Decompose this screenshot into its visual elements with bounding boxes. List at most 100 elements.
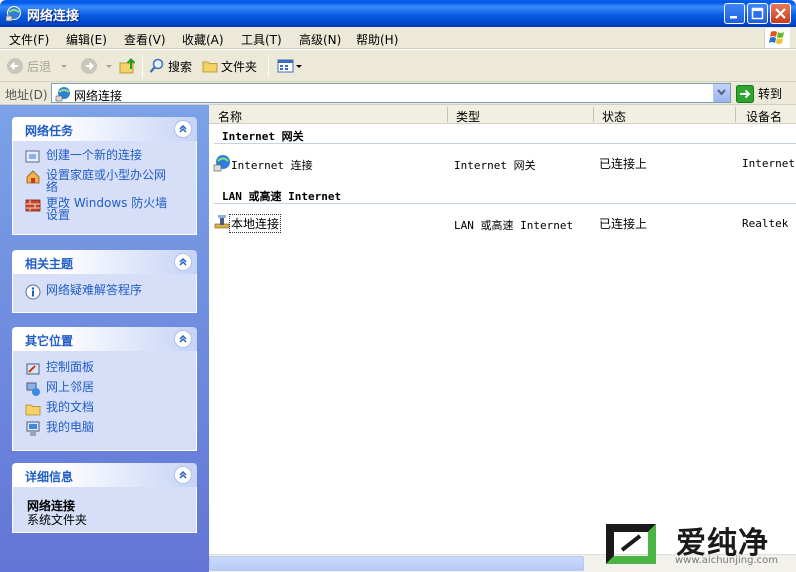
double-chevron-up-icon	[179, 334, 187, 343]
chevron-down-icon	[61, 65, 68, 68]
task-create-connection[interactable]: 创建一个新的连接	[25, 149, 176, 165]
home-network-icon	[26, 170, 40, 184]
menu-view[interactable]: 查看(V)	[124, 31, 166, 48]
minimize-button[interactable]	[724, 3, 745, 24]
place-my-computer[interactable]: 我的电脑	[25, 421, 176, 437]
chevron-down-icon	[717, 89, 726, 96]
double-chevron-up-icon	[179, 124, 187, 133]
address-dropdown-button[interactable]	[713, 84, 730, 102]
related-topics-header[interactable]: 相关主题	[12, 250, 197, 274]
column-device[interactable]: 设备名	[746, 108, 782, 125]
folder-icon	[202, 61, 218, 73]
search-button[interactable]: 搜索	[149, 56, 192, 76]
task-pane: 网络任务 创建一个新的连接 设置家庭或小型办公网络 更改 Windows 防火墙…	[0, 105, 209, 572]
column-type[interactable]: 类型	[456, 108, 480, 125]
details-type: 系统文件夹	[27, 513, 88, 527]
chevron-down-icon	[296, 65, 302, 68]
views-button[interactable]	[277, 56, 303, 76]
collapse-button[interactable]	[174, 466, 192, 484]
task-home-network[interactable]: 设置家庭或小型办公网络	[25, 169, 176, 193]
place-my-documents[interactable]: 我的文档	[25, 401, 176, 417]
task-firewall-settings[interactable]: 更改 Windows 防火墙设置	[25, 197, 176, 221]
back-label: 后退	[27, 59, 52, 74]
go-arrow-icon	[736, 84, 754, 103]
info-icon	[25, 284, 41, 300]
connections-list: 名称 类型 状态 设备名 Internet 网关 Internet 连接 Int…	[209, 105, 796, 572]
other-places-panel: 其它位置 控制面板 网上邻居 我的文档 我的电脑	[12, 327, 197, 451]
double-chevron-up-icon	[179, 257, 187, 266]
search-label: 搜索	[168, 59, 193, 74]
maximize-button[interactable]	[747, 3, 768, 24]
connection-name: 本地连接	[229, 214, 282, 233]
go-button[interactable]: 转到	[736, 84, 782, 103]
back-arrow-icon	[7, 58, 23, 74]
title-bar[interactable]: 网络连接	[0, 0, 796, 27]
network-tasks-header[interactable]: 网络任务	[12, 117, 197, 141]
folders-label: 文件夹	[221, 59, 258, 74]
forward-button[interactable]	[80, 56, 114, 76]
internet-connection-icon	[213, 155, 230, 172]
place-control-panel[interactable]: 控制面板	[25, 361, 176, 377]
folder-icon	[25, 404, 41, 416]
maximize-icon	[751, 7, 764, 20]
network-connections-icon	[55, 87, 70, 102]
connection-status: 已连接上	[599, 157, 648, 171]
menu-help[interactable]: 帮助(H)	[356, 31, 398, 48]
forward-arrow-icon	[81, 58, 97, 74]
column-name[interactable]: 名称	[218, 108, 242, 125]
column-status[interactable]: 状态	[602, 108, 626, 125]
details-header[interactable]: 详细信息	[12, 463, 197, 487]
up-folder-button[interactable]	[119, 56, 137, 76]
task-network-troubleshooter[interactable]: 网络疑难解答程序	[25, 284, 176, 300]
views-icon	[277, 59, 294, 73]
menu-edit[interactable]: 编辑(E)	[66, 31, 107, 48]
network-places-icon	[26, 382, 40, 396]
collapse-button[interactable]	[174, 330, 192, 348]
collapse-button[interactable]	[174, 120, 192, 138]
close-icon	[775, 8, 786, 19]
panel-title: 网络任务	[25, 124, 74, 138]
address-bar: 地址(D) 网络连接 转到	[0, 82, 796, 105]
windows-flag-icon	[769, 31, 784, 44]
menu-bar: 文件(F) 编辑(E) 查看(V) 收藏(A) 工具(T) 高级(N) 帮助(H…	[0, 27, 796, 49]
up-folder-icon	[119, 58, 136, 74]
panel-title: 其它位置	[25, 334, 74, 348]
back-button[interactable]: 后退	[6, 56, 69, 76]
connection-device: Realtek	[742, 217, 789, 230]
connection-name: Internet 连接	[231, 159, 313, 172]
connection-status: 已连接上	[599, 217, 648, 231]
panel-title: 详细信息	[25, 470, 74, 484]
menu-advanced[interactable]: 高级(N)	[299, 31, 341, 48]
group-header: LAN 或高速 Internet	[222, 190, 342, 203]
scrollbar-thumb[interactable]	[209, 556, 584, 571]
place-network-neighborhood[interactable]: 网上邻居	[25, 381, 176, 397]
column-headers: 名称 类型 状态 设备名	[209, 105, 796, 124]
menu-favorites[interactable]: 收藏(A)	[182, 31, 224, 48]
other-places-header[interactable]: 其它位置	[12, 327, 197, 351]
menu-tools[interactable]: 工具(T)	[241, 31, 282, 48]
double-chevron-up-icon	[179, 470, 187, 479]
toolbar: 后退 搜索 文件夹	[0, 50, 796, 82]
minimize-icon	[730, 16, 737, 19]
search-icon	[149, 58, 164, 73]
address-value: 网络连接	[74, 89, 123, 103]
group-header: Internet 网关	[222, 130, 304, 143]
brand-logo-icon	[606, 524, 656, 564]
connection-type: LAN 或高速 Internet	[454, 219, 574, 232]
go-label: 转到	[758, 87, 783, 101]
address-label: 地址(D)	[5, 88, 48, 102]
watermark-url: www.aichunjing.com	[675, 555, 778, 566]
connection-device: Internet	[742, 157, 795, 170]
new-connection-icon	[25, 150, 40, 163]
menu-file[interactable]: 文件(F)	[9, 31, 49, 48]
panel-title: 相关主题	[25, 257, 74, 271]
chevron-down-icon	[106, 65, 112, 68]
address-input[interactable]: 网络连接	[51, 83, 731, 103]
connection-type: Internet 网关	[454, 159, 536, 172]
window-title: 网络连接	[27, 9, 80, 24]
network-connections-icon	[5, 6, 21, 22]
close-button[interactable]	[770, 3, 791, 24]
collapse-button[interactable]	[174, 253, 192, 271]
watermark: 爱纯净 www.aichunjing.com	[592, 515, 796, 572]
folders-button[interactable]: 文件夹	[202, 56, 257, 76]
